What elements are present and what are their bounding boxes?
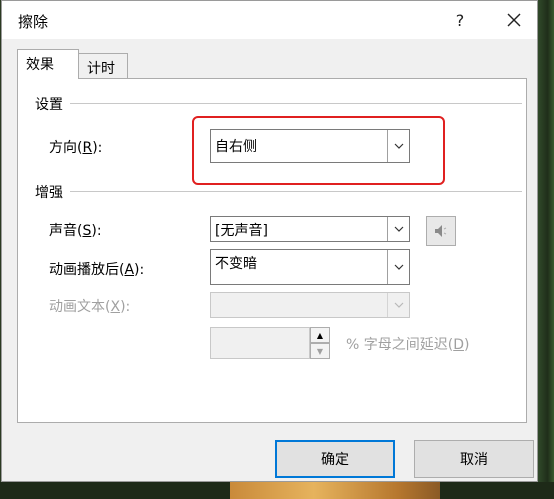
- dialog-title: 擦除: [18, 13, 49, 31]
- group-divider: [70, 191, 522, 192]
- sound-dropdown[interactable]: [无声音]: [210, 216, 410, 242]
- tab-label: 效果: [26, 57, 54, 73]
- chevron-down-icon: [394, 226, 403, 232]
- sound-label: 声音(S):: [49, 223, 102, 239]
- letter-delay-spinner: ▲ ▼: [310, 327, 330, 359]
- chevron-down-icon: [394, 302, 403, 308]
- animate-text-label: 动画文本(X):: [49, 299, 131, 315]
- cancel-button[interactable]: 取消: [414, 440, 534, 478]
- ok-button-label: 确定: [321, 452, 349, 468]
- letter-delay-input[interactable]: [210, 327, 310, 359]
- highlight-annotation: [192, 116, 445, 185]
- triangle-up-icon: ▲: [316, 330, 324, 340]
- title-bar: 擦除 ?: [2, 1, 537, 39]
- chevron-down-icon: [394, 264, 403, 270]
- close-button[interactable]: [492, 5, 536, 35]
- animate-text-dropdown[interactable]: [210, 292, 410, 318]
- cancel-button-label: 取消: [460, 452, 488, 468]
- after-animation-label: 动画播放后(A):: [49, 262, 145, 278]
- desktop-background-bottom: [0, 482, 554, 499]
- enhance-group-title: 增强: [35, 185, 63, 201]
- letter-delay-label: % 字母之间延迟(D): [346, 337, 470, 353]
- tab-effect[interactable]: 效果: [17, 49, 79, 79]
- background-image-strip: [230, 482, 440, 499]
- effect-options-dialog: 擦除 ? 效果 计时 设置 方向(R): 自右侧 增强 声音(S): [无声音]…: [1, 0, 538, 482]
- dropdown-button[interactable]: [387, 217, 409, 241]
- settings-group-title: 设置: [35, 97, 63, 113]
- help-icon: ?: [455, 10, 465, 30]
- sound-value: [无声音]: [215, 223, 268, 239]
- desktop-background: [538, 0, 554, 499]
- spin-up-button[interactable]: ▲: [310, 327, 330, 343]
- dropdown-button[interactable]: [387, 293, 409, 317]
- sound-volume-button[interactable]: [426, 216, 456, 246]
- speaker-icon: [435, 225, 447, 237]
- spin-down-button[interactable]: ▼: [310, 343, 330, 359]
- group-divider: [70, 103, 522, 104]
- tab-label: 计时: [87, 61, 115, 77]
- after-animation-dropdown[interactable]: 不变暗: [210, 249, 410, 285]
- tab-timing[interactable]: 计时: [78, 53, 128, 79]
- dropdown-button[interactable]: [387, 250, 409, 284]
- close-icon: [507, 13, 521, 27]
- triangle-down-icon: ▼: [316, 346, 324, 356]
- help-button[interactable]: ?: [438, 5, 482, 35]
- after-animation-value: 不变暗: [215, 256, 257, 272]
- ok-button[interactable]: 确定: [275, 440, 395, 478]
- direction-label: 方向(R):: [49, 140, 103, 156]
